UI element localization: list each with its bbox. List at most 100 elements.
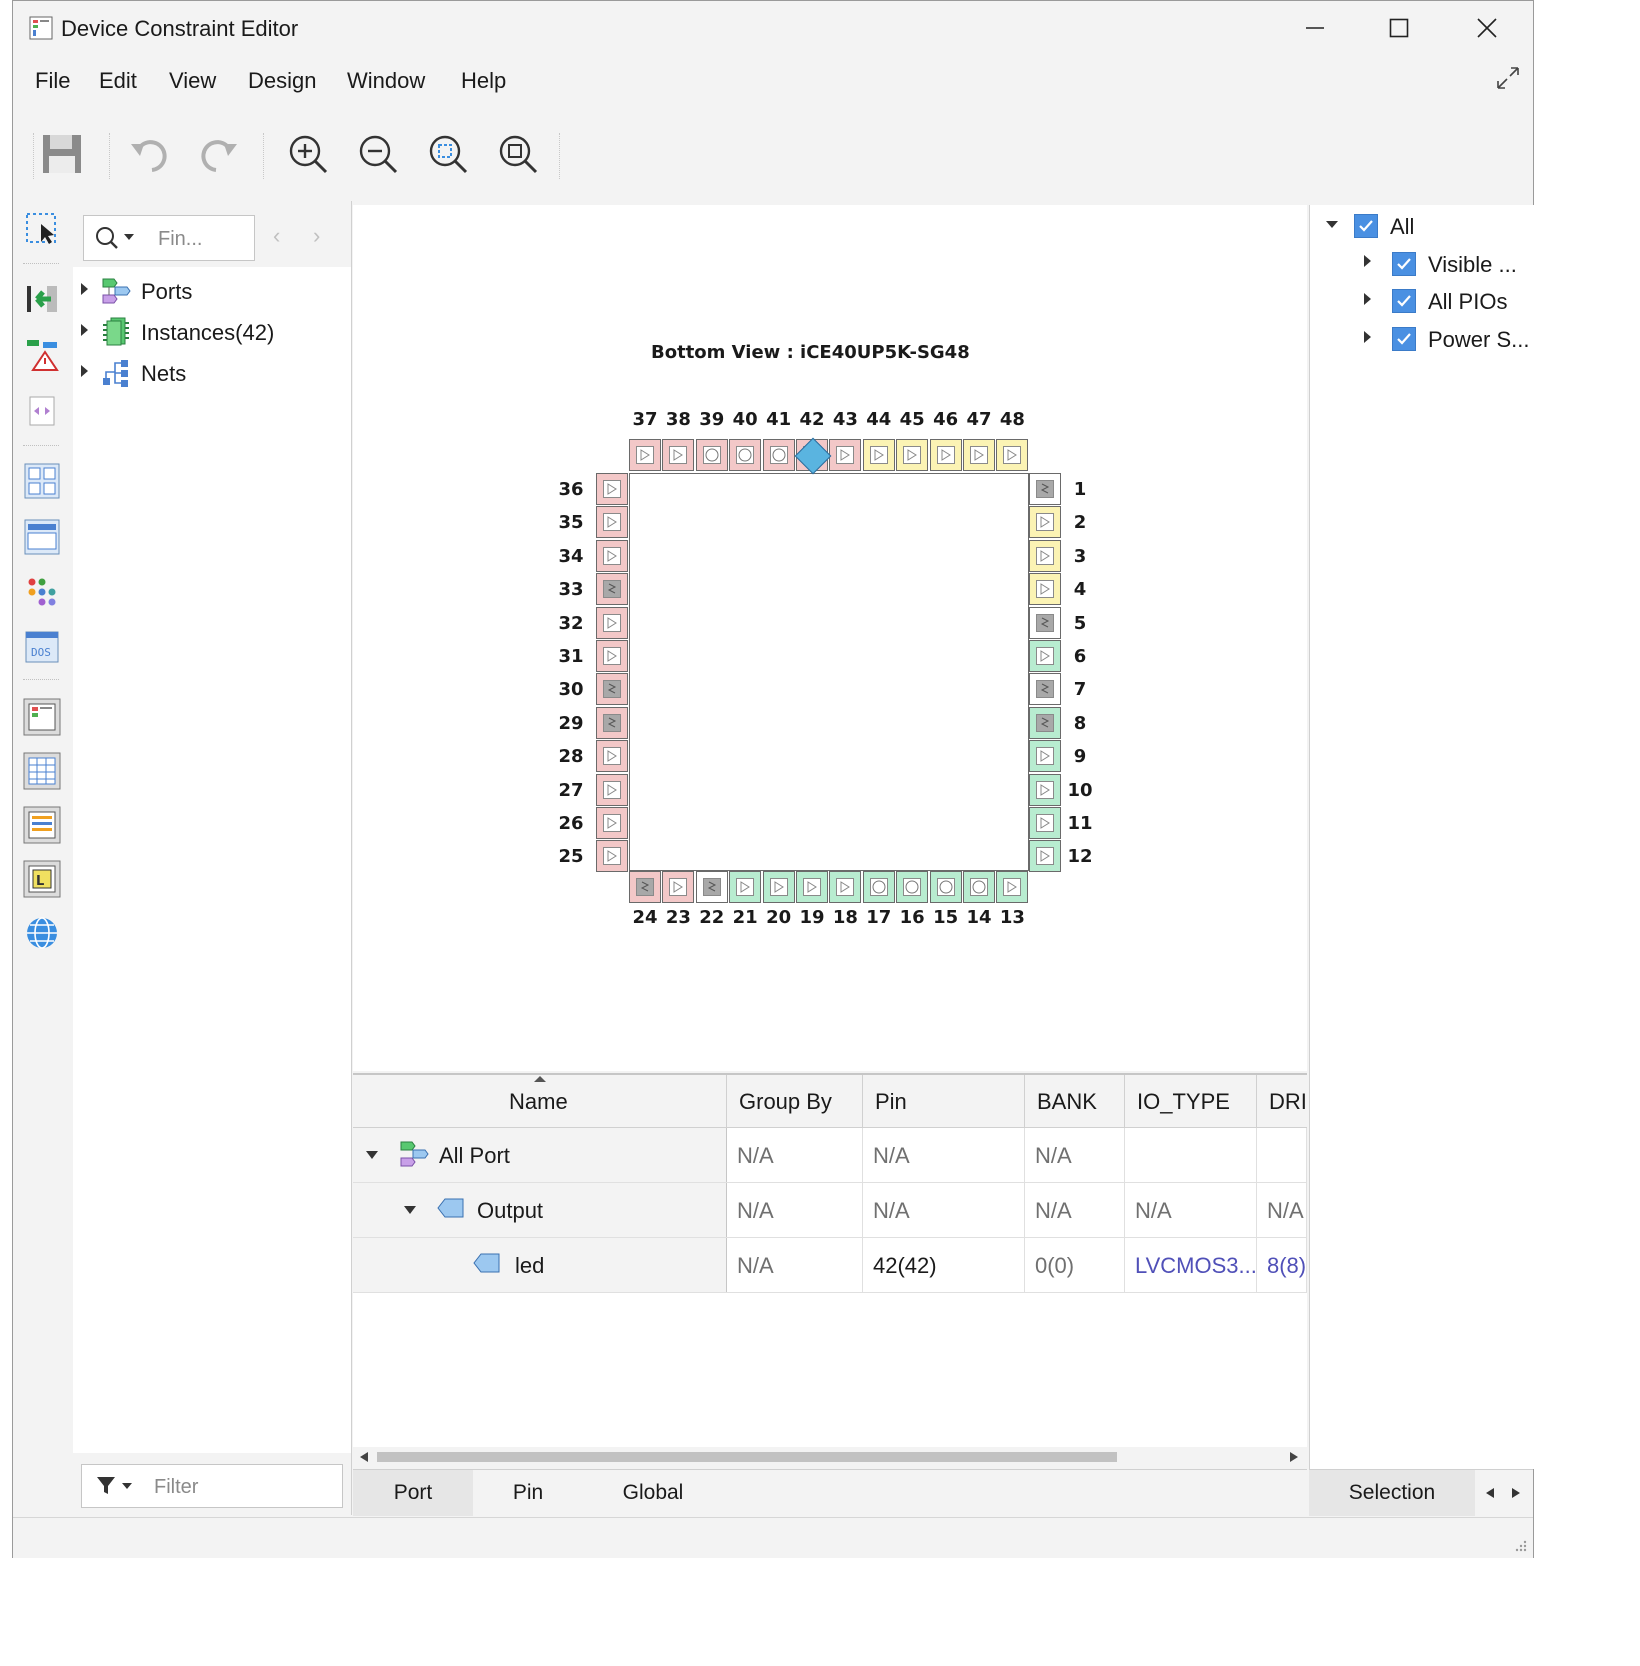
pin-19[interactable] bbox=[796, 871, 828, 903]
package-view-canvas[interactable]: Bottom View : iCE40UP5K-SG48 37 38 39 40 41 4… bbox=[353, 205, 1307, 1071]
nav-back-icon[interactable]: ‹ bbox=[273, 223, 280, 249]
table-row[interactable]: All Port N/A N/A N/A bbox=[353, 1128, 1307, 1183]
tab-selection[interactable]: Selection bbox=[1309, 1470, 1475, 1516]
column-header-drive[interactable]: DRI bbox=[1257, 1075, 1307, 1127]
pin-31[interactable] bbox=[596, 640, 628, 672]
pin-cell[interactable]: 42(42) bbox=[863, 1238, 1025, 1292]
pin-40[interactable] bbox=[729, 439, 762, 471]
pin-8[interactable] bbox=[1029, 706, 1061, 739]
expand-caret-icon[interactable] bbox=[1364, 331, 1371, 343]
pin-32[interactable] bbox=[596, 606, 628, 639]
scrollbar-thumb[interactable] bbox=[377, 1452, 1117, 1462]
tab-port[interactable]: Port bbox=[353, 1470, 473, 1516]
pin-28[interactable] bbox=[596, 740, 628, 773]
pin-25[interactable] bbox=[596, 840, 628, 873]
table-row[interactable]: led N/A 42(42) 0(0) LVCMOS3... 8(8) bbox=[353, 1238, 1307, 1293]
pin-4[interactable] bbox=[1029, 573, 1061, 606]
pin-6[interactable] bbox=[1029, 640, 1061, 672]
pin-44[interactable] bbox=[862, 439, 895, 471]
menu-file[interactable]: File bbox=[35, 68, 70, 94]
pin-27[interactable] bbox=[596, 773, 628, 806]
nav-forward-icon[interactable]: › bbox=[313, 223, 320, 249]
tab-pin[interactable]: Pin bbox=[473, 1470, 583, 1516]
scroll-left-icon[interactable] bbox=[359, 1451, 369, 1463]
menu-edit[interactable]: Edit bbox=[99, 68, 137, 94]
save-button[interactable] bbox=[37, 129, 87, 179]
pin-9[interactable] bbox=[1029, 740, 1061, 773]
device-view-button[interactable] bbox=[20, 695, 64, 739]
pin-29[interactable] bbox=[596, 706, 628, 739]
zoom-fit-button[interactable] bbox=[423, 129, 473, 179]
search-input[interactable]: Fin... bbox=[83, 215, 255, 261]
pin-41[interactable] bbox=[762, 439, 795, 471]
menu-view[interactable]: View bbox=[169, 68, 216, 94]
pin-33[interactable] bbox=[596, 573, 628, 606]
import-button[interactable] bbox=[20, 277, 64, 321]
pin-23[interactable] bbox=[662, 871, 695, 903]
pin-21[interactable] bbox=[729, 871, 762, 903]
menu-design[interactable]: Design bbox=[248, 68, 316, 94]
pin-35[interactable] bbox=[596, 506, 628, 539]
pin-37[interactable] bbox=[629, 439, 661, 471]
pin-24[interactable] bbox=[629, 871, 661, 903]
expand-caret-icon[interactable] bbox=[81, 365, 88, 377]
panel-view-button[interactable] bbox=[20, 515, 64, 559]
checkbox-checked-icon[interactable] bbox=[1354, 214, 1378, 238]
column-header-bank[interactable]: BANK bbox=[1025, 1075, 1125, 1127]
zoom-out-button[interactable] bbox=[353, 129, 403, 179]
scroll-right-icon[interactable] bbox=[1289, 1451, 1299, 1463]
column-header-name[interactable]: Name bbox=[353, 1075, 727, 1127]
tree-item-nets[interactable]: Nets bbox=[73, 355, 351, 391]
pin-48[interactable] bbox=[996, 439, 1029, 471]
pin-47[interactable] bbox=[963, 439, 995, 471]
pin-45[interactable] bbox=[896, 439, 929, 471]
resize-grip-icon[interactable] bbox=[1513, 1538, 1527, 1552]
layout-view-button[interactable]: L bbox=[20, 857, 64, 901]
pin-39[interactable] bbox=[695, 439, 728, 471]
column-header-io-type[interactable]: IO_TYPE bbox=[1125, 1075, 1257, 1127]
pin-20[interactable] bbox=[762, 871, 795, 903]
redo-button[interactable] bbox=[193, 129, 243, 179]
pin-46[interactable] bbox=[929, 439, 962, 471]
pin-38[interactable] bbox=[662, 439, 695, 471]
palette-button[interactable] bbox=[20, 571, 64, 615]
zoom-in-button[interactable] bbox=[283, 129, 333, 179]
pin-7[interactable] bbox=[1029, 673, 1061, 706]
collapse-caret-icon[interactable] bbox=[1326, 221, 1338, 228]
tab-global[interactable]: Global bbox=[593, 1470, 713, 1516]
drive-cell[interactable]: 8(8) bbox=[1257, 1238, 1307, 1292]
menu-help[interactable]: Help bbox=[461, 68, 506, 94]
pin-34[interactable] bbox=[596, 539, 628, 572]
dos-view-button[interactable]: DOS bbox=[20, 625, 64, 669]
pin-11[interactable] bbox=[1029, 807, 1061, 839]
maximize-button[interactable] bbox=[1379, 11, 1419, 45]
checkbox-checked-icon[interactable] bbox=[1392, 252, 1416, 276]
horizontal-scrollbar[interactable] bbox=[353, 1447, 1307, 1467]
tree-item-instances[interactable]: Instances(42) bbox=[73, 314, 351, 350]
pin-22[interactable] bbox=[695, 871, 728, 903]
undo-button[interactable] bbox=[125, 129, 175, 179]
collapse-caret-icon[interactable] bbox=[403, 1205, 417, 1215]
menu-window[interactable]: Window bbox=[347, 68, 425, 94]
checkbox-checked-icon[interactable] bbox=[1392, 289, 1416, 313]
tab-scroll-left-icon[interactable] bbox=[1485, 1487, 1495, 1499]
pin-43[interactable] bbox=[829, 439, 862, 471]
compare-button[interactable] bbox=[20, 389, 64, 433]
zoom-area-button[interactable] bbox=[493, 129, 543, 179]
pin-2[interactable] bbox=[1029, 506, 1061, 539]
pin-1[interactable] bbox=[1029, 473, 1061, 505]
spreadsheet-view-button[interactable] bbox=[20, 749, 64, 793]
globe-button[interactable] bbox=[20, 911, 64, 955]
expand-caret-icon[interactable] bbox=[1364, 255, 1371, 267]
collapse-caret-icon[interactable] bbox=[365, 1150, 379, 1160]
pin-10[interactable] bbox=[1029, 773, 1061, 806]
expand-caret-icon[interactable] bbox=[81, 283, 88, 295]
pin-13[interactable] bbox=[996, 871, 1029, 903]
pin-12[interactable] bbox=[1029, 840, 1061, 873]
table-row[interactable]: Output N/A N/A N/A N/A N/A bbox=[353, 1183, 1307, 1238]
column-header-pin[interactable]: Pin bbox=[863, 1075, 1025, 1127]
list-view-button[interactable] bbox=[20, 803, 64, 847]
pin-18[interactable] bbox=[829, 871, 862, 903]
close-button[interactable] bbox=[1467, 11, 1507, 45]
restore-layout-icon[interactable] bbox=[1495, 65, 1521, 91]
